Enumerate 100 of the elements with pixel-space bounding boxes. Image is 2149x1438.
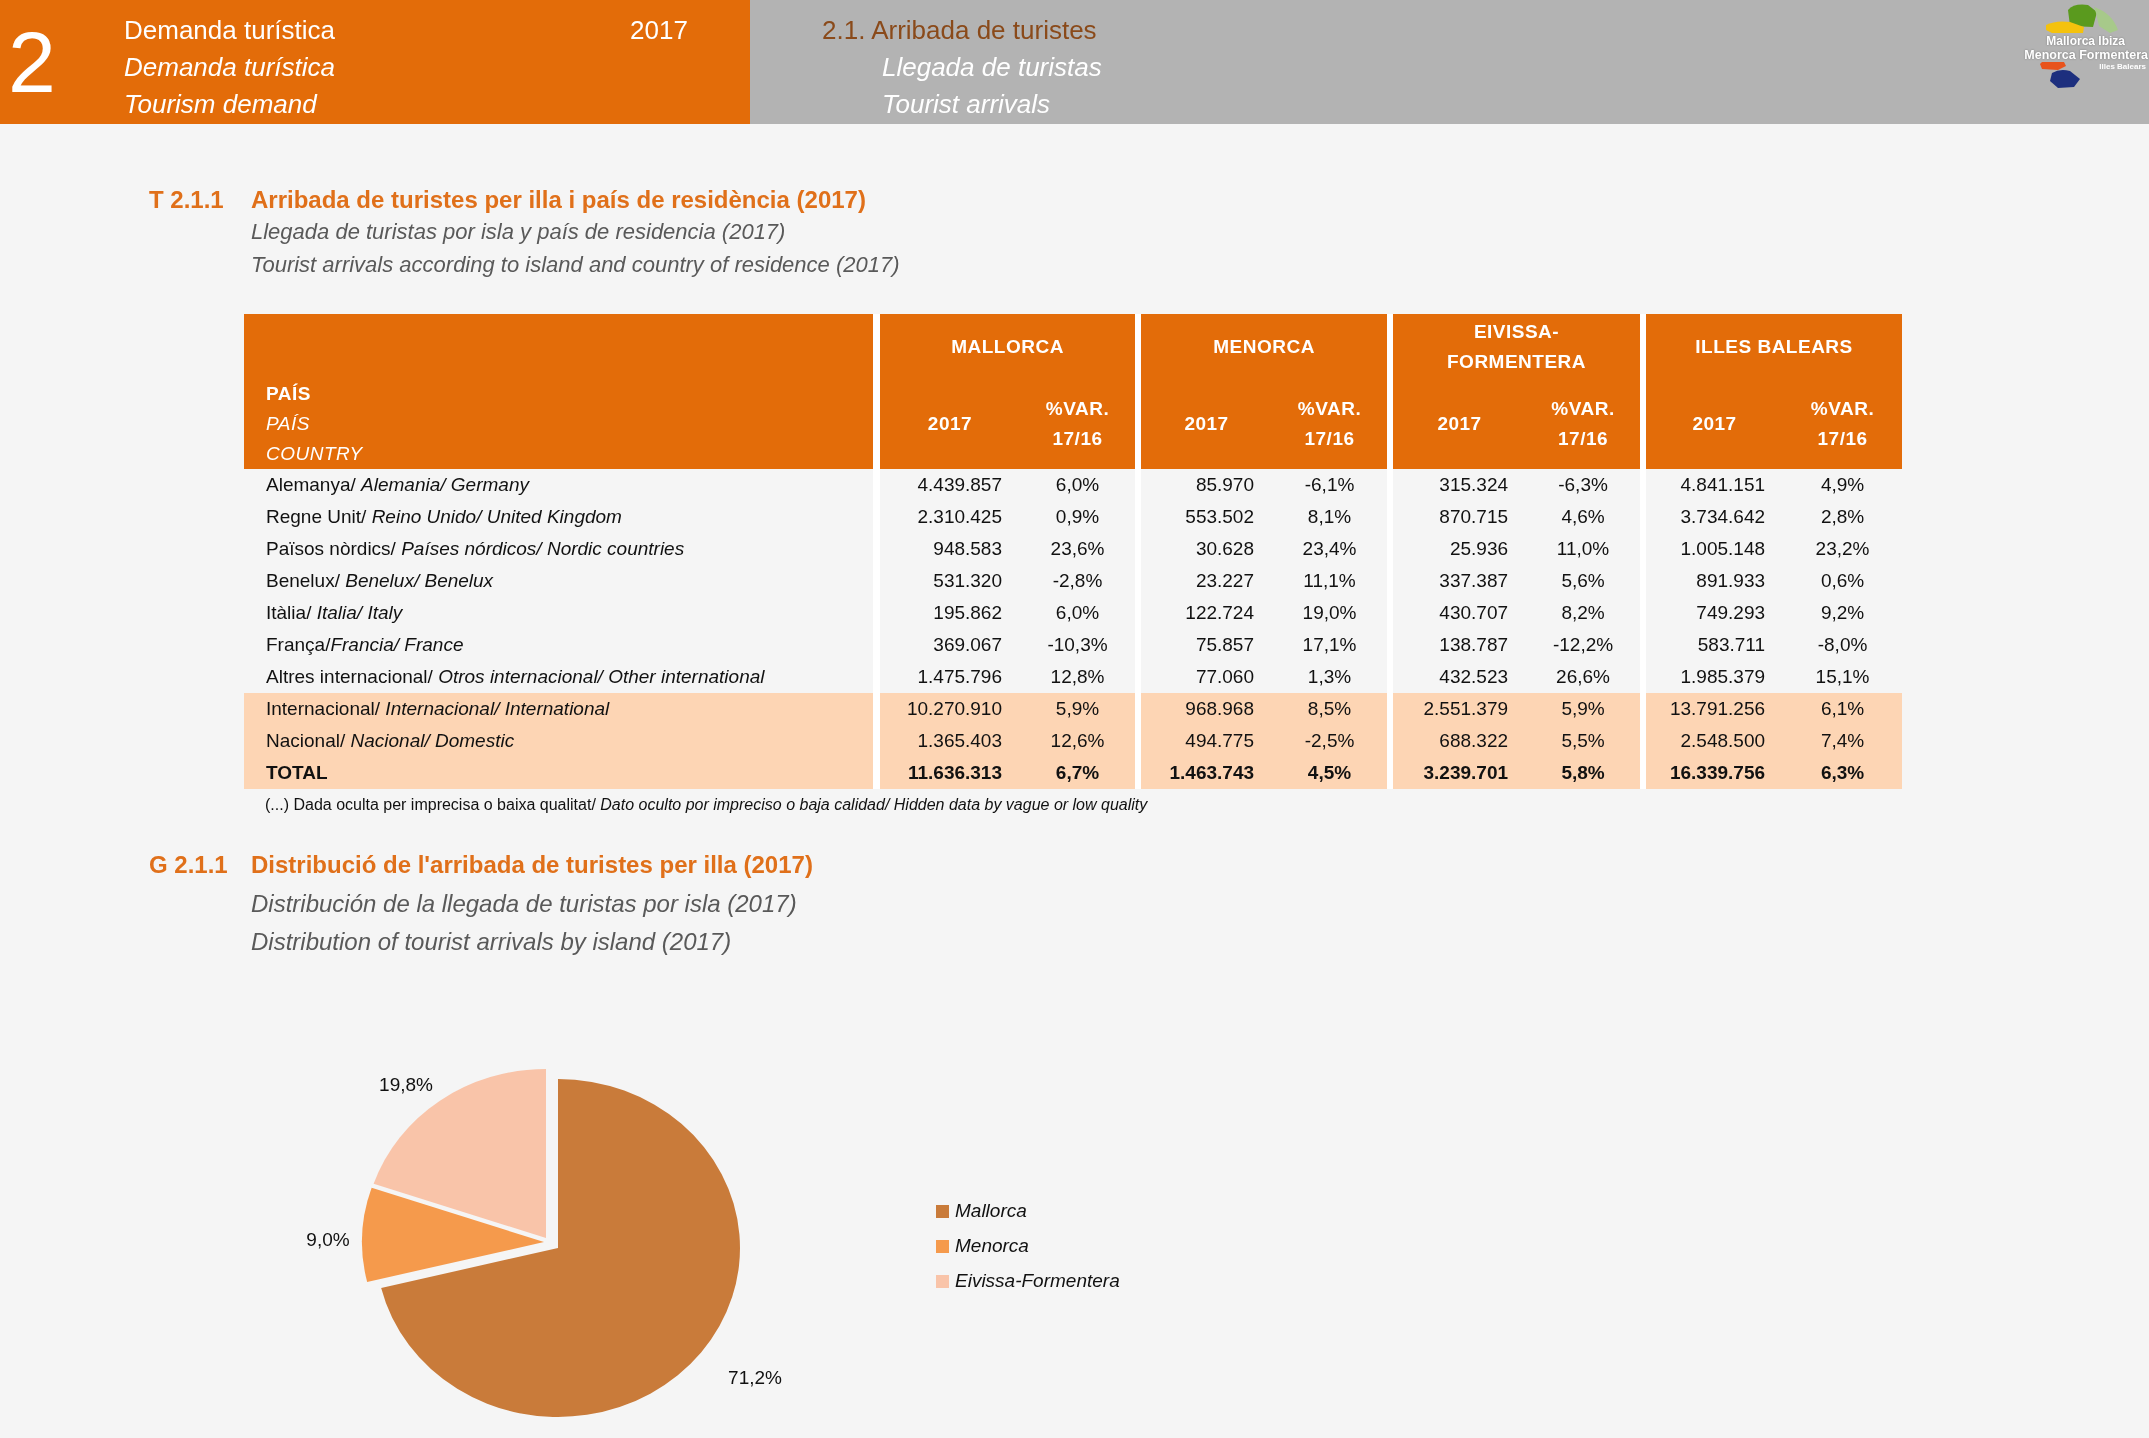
table-cell: 8,5% xyxy=(1272,693,1388,725)
section-title: Llegada de turistas xyxy=(882,51,1102,84)
table-cell-text: 11,0% xyxy=(1555,536,1611,561)
table-cell-text: 1.475.796 xyxy=(916,664,1003,689)
table-cell-text: 6,0% xyxy=(1054,600,1101,625)
column-group-header: MALLORCA xyxy=(880,314,1135,379)
table-cell: 4,5% xyxy=(1272,757,1388,789)
table-cell-text: 3.734.642 xyxy=(1679,504,1767,529)
chapter-title: Tourism demand xyxy=(124,88,317,121)
column-group-header: MENORCA xyxy=(1141,314,1388,379)
column-header: %VAR. 17/16 xyxy=(1783,379,1903,469)
section-title: Tourist arrivals xyxy=(882,88,1051,121)
row-label: Regne Unit/ Reino Unido/ United Kingdom xyxy=(265,504,623,529)
column-header: %VAR. 17/16 xyxy=(1272,379,1388,469)
table-cell-text: -12,2% xyxy=(1551,632,1615,657)
table-cell: 6,1% xyxy=(1783,693,1903,725)
table-cell: 968.968 xyxy=(1141,693,1272,725)
table-cell-text: 870.715 xyxy=(1438,504,1510,529)
logo-text: Mallorca Ibiza xyxy=(2046,34,2125,48)
column-header-label: COUNTRY xyxy=(266,442,363,466)
legend-label: Eivissa-Formentera xyxy=(955,1268,1120,1293)
table-cell: 1.463.743 xyxy=(1141,757,1272,789)
table-cell-text: 30.628 xyxy=(1194,536,1255,561)
table-cell-text: -8,0% xyxy=(1816,632,1869,657)
table-cell-text: 4.841.151 xyxy=(1679,472,1767,497)
column-header: 2017 xyxy=(880,379,1020,469)
table-cell: 1.365.403 xyxy=(880,725,1020,757)
row-label: TOTAL xyxy=(244,757,873,789)
row-label: Alemanya/ Alemania/ Germany xyxy=(265,472,531,497)
chart-number: G 2.1.1 xyxy=(149,850,229,880)
table-cell-text: 5,6% xyxy=(1560,568,1606,593)
chapter-title: Demanda turística xyxy=(124,14,335,47)
table-cell: 7,4% xyxy=(1783,725,1903,757)
table-cell-text: 369.067 xyxy=(932,632,1003,657)
table-cell-text: 4,6% xyxy=(1560,504,1606,529)
table-cell-text: 9,2% xyxy=(1819,600,1866,625)
table-cell-text: 15,1% xyxy=(1814,664,1871,689)
table-cell: 494.775 xyxy=(1141,725,1272,757)
table-cell: 2.548.500 xyxy=(1646,725,1784,757)
column-header: 2017 xyxy=(1646,379,1784,469)
row-label: Països nòrdics/ Países nórdicos/ Nordic countries xyxy=(265,536,686,561)
table-subtitle: Llegada de turistas por isla y país de residencia (2017) xyxy=(251,218,786,246)
table-number: T 2.1.1 xyxy=(149,185,225,215)
table-cell-text: 23,6% xyxy=(1049,536,1106,561)
table-cell: 3.239.701 xyxy=(1393,757,1527,789)
table-note: (...) Dada oculta per imprecisa o baixa qualitat/ Dato oculto por impreciso o baja calidad/ Hidden data by vague or low quality xyxy=(265,796,1148,813)
table-cell-text: 17,1% xyxy=(1301,632,1358,657)
table-cell-text: 12,8% xyxy=(1049,664,1106,689)
table-cell-text: 0,9% xyxy=(1054,504,1101,529)
table-cell: 6,3% xyxy=(1783,757,1903,789)
table-cell-text: 1.005.148 xyxy=(1679,536,1767,561)
table-cell: 12,6% xyxy=(1020,725,1135,757)
table-cell-text: 8,2% xyxy=(1560,600,1606,625)
table-cell-text: 23,2% xyxy=(1814,536,1871,561)
table-cell-text: 4.439.857 xyxy=(916,472,1003,497)
table-cell-text: 315.324 xyxy=(1438,472,1510,497)
table-cell: 5,9% xyxy=(1020,693,1135,725)
section-title: 2.1. Arribada de turistes xyxy=(822,14,1097,47)
table-cell-text: 11,1% xyxy=(1302,568,1357,593)
column-group-header: ILLES BALEARS xyxy=(1646,314,1903,379)
table-cell-text: 553.502 xyxy=(1184,504,1255,529)
table-cell-text: 0,6% xyxy=(1819,568,1866,593)
column-header: %VAR. 17/16 xyxy=(1020,379,1135,469)
legend-label: Menorca xyxy=(955,1233,1029,1258)
table-cell-text: -6,3% xyxy=(1557,472,1609,497)
table-cell-text: 2,8% xyxy=(1819,504,1866,529)
table-cell-text: 122.724 xyxy=(1184,600,1255,625)
table-cell-text: 26,6% xyxy=(1555,664,1611,689)
table-cell: 13.791.256 xyxy=(1646,693,1784,725)
column-header-label: PAÍS xyxy=(266,382,311,406)
table-cell-text: 531.320 xyxy=(932,568,1003,593)
row-label: França/Francia/ France xyxy=(265,632,465,657)
legend-label: Mallorca xyxy=(955,1198,1027,1223)
table-cell: 5,9% xyxy=(1526,693,1641,725)
chapter-number: 2 xyxy=(7,19,57,105)
table-cell-text: 77.060 xyxy=(1194,664,1255,689)
table-subtitle: Tourist arrivals according to island and country of residence (2017) xyxy=(251,251,900,279)
row-label: Benelux/ Benelux/ Benelux xyxy=(265,568,495,593)
row-label: Itàlia/ Italia/ Italy xyxy=(265,600,404,625)
table-cell-text: 430.707 xyxy=(1438,600,1510,625)
table-cell: 6,7% xyxy=(1020,757,1135,789)
table-cell: 2.551.379 xyxy=(1393,693,1527,725)
chart-title: Distribució de l'arribada de turistes per illa (2017) xyxy=(251,850,813,880)
logo-text: Illes Balears xyxy=(2099,62,2146,72)
table-cell-text: 432.523 xyxy=(1438,664,1510,689)
chart-subtitle: Distribución de la llegada de turistas por isla (2017) xyxy=(251,889,797,919)
chart-subtitle: Distribution of tourist arrivals by island (2017) xyxy=(251,927,732,957)
data-label: 19,8% xyxy=(379,1074,433,1095)
table-cell-text: 2.310.425 xyxy=(916,504,1003,529)
table-cell-text: -10,3% xyxy=(1046,632,1109,657)
table-cell: 16.339.756 xyxy=(1646,757,1784,789)
table-cell-text: 6,0% xyxy=(1054,472,1101,497)
row-label: Nacional/ Nacional/ Domestic xyxy=(244,725,873,757)
table-cell-text: 749.293 xyxy=(1695,600,1767,625)
table-cell-text: 25.936 xyxy=(1448,536,1510,561)
data-label: 71,2% xyxy=(728,1367,782,1388)
logo-text: Menorca Formentera xyxy=(2024,48,2148,62)
table-cell-text: 19,0% xyxy=(1301,600,1358,625)
column-header: 2017 xyxy=(1141,379,1272,469)
table-cell: 5,5% xyxy=(1526,725,1641,757)
